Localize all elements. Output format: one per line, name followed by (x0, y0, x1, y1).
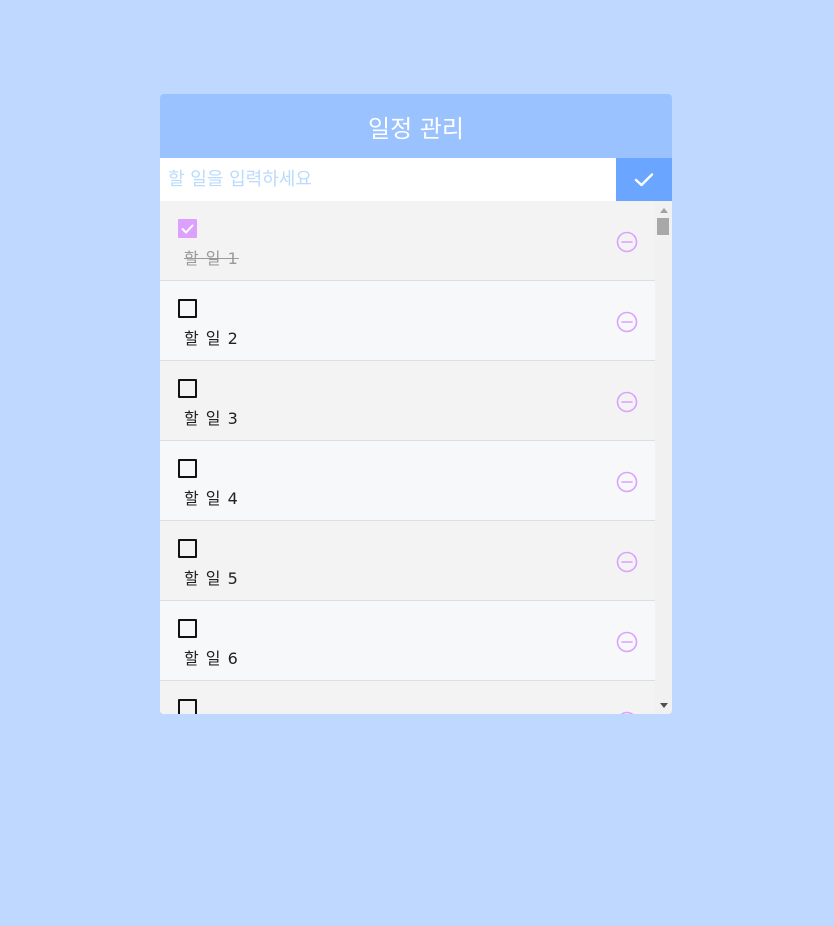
minus-circle-icon (616, 311, 638, 333)
remove-button[interactable] (616, 311, 638, 333)
todo-label: 할 일 3 (184, 409, 239, 428)
todo-label: 할 일 6 (184, 649, 239, 668)
todo-item: 할 일 4 (160, 441, 655, 521)
unchecked-checkbox-icon[interactable] (178, 699, 197, 714)
minus-circle-icon (616, 471, 638, 493)
remove-button[interactable] (616, 631, 638, 653)
todo-label: 할 일 1 (184, 249, 239, 268)
todo-label: 할 일 4 (184, 489, 239, 508)
minus-circle-icon (616, 231, 638, 253)
remove-button[interactable] (616, 471, 638, 493)
todo-list-container: 할 일 1 할 일 2 할 일 3 할 일 4 할 일 5 할 일 6 할 일 7 (160, 201, 672, 714)
todo-item: 할 일 1 (160, 201, 655, 281)
minus-circle-icon (616, 551, 638, 573)
todo-app: 일정 관리 할 일 1할 일 2할 일 3할 일 4할 일 5할 일 6할 일 … (160, 94, 672, 714)
todo-insert-form (160, 158, 672, 201)
app-title: 일정 관리 (368, 114, 464, 143)
remove-button[interactable] (616, 391, 638, 413)
todo-label: 할 일 5 (184, 569, 239, 588)
scroll-up-arrow-icon[interactable] (655, 203, 672, 217)
todo-item: 할 일 5 (160, 521, 655, 601)
remove-button[interactable] (616, 231, 638, 253)
submit-button[interactable] (616, 158, 672, 201)
todo-label: 할 일 2 (184, 329, 239, 348)
check-icon (634, 172, 654, 186)
todo-item: 할 일 3 (160, 361, 655, 441)
checked-checkbox-icon[interactable] (178, 219, 197, 238)
unchecked-checkbox-icon[interactable] (178, 619, 197, 638)
minus-circle-icon (616, 391, 638, 413)
todo-input[interactable] (160, 158, 616, 201)
todo-list: 할 일 1 할 일 2 할 일 3 할 일 4 할 일 5 할 일 6 할 일 7 (160, 201, 655, 714)
minus-circle-icon (616, 631, 638, 653)
scrollbar-thumb[interactable] (657, 218, 669, 235)
app-header: 일정 관리 (160, 94, 672, 158)
todo-item: 할 일 2 (160, 281, 655, 361)
minus-circle-icon (620, 711, 634, 714)
todo-item: 할 일 7 (160, 681, 655, 714)
todo-item: 할 일 6 (160, 601, 655, 681)
scrollbar[interactable] (655, 201, 672, 714)
unchecked-checkbox-icon[interactable] (178, 539, 197, 558)
unchecked-checkbox-icon[interactable] (178, 299, 197, 318)
unchecked-checkbox-icon[interactable] (178, 379, 197, 398)
scroll-down-arrow-icon[interactable] (655, 698, 672, 712)
remove-button[interactable] (616, 711, 638, 714)
remove-button[interactable] (616, 551, 638, 573)
unchecked-checkbox-icon[interactable] (178, 459, 197, 478)
